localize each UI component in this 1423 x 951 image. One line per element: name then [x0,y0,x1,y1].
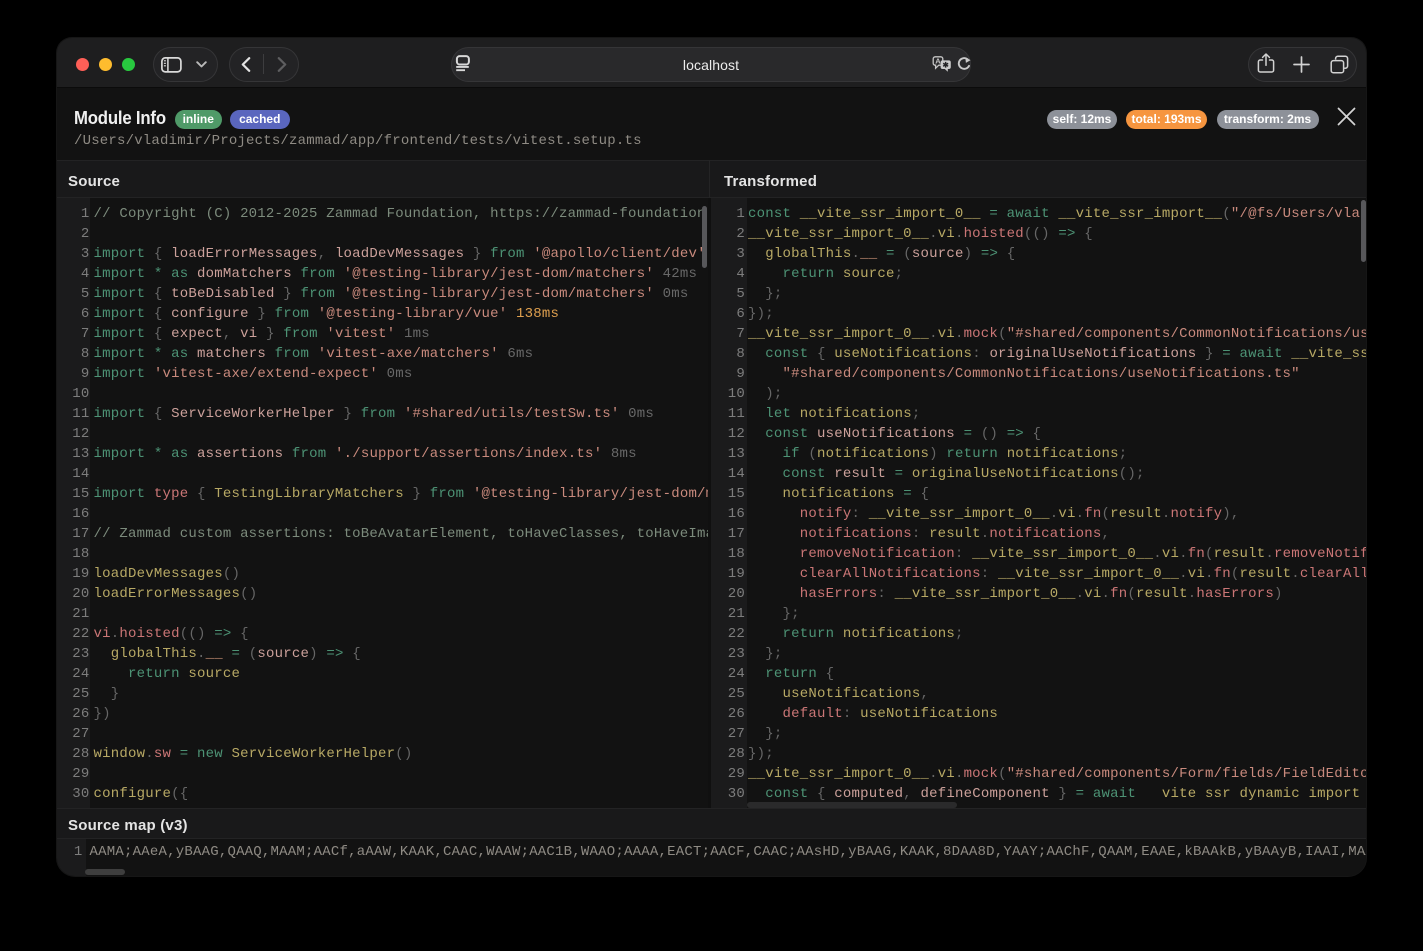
svg-text:✱: ✱ [943,60,950,69]
svg-text:A: A [935,56,941,65]
